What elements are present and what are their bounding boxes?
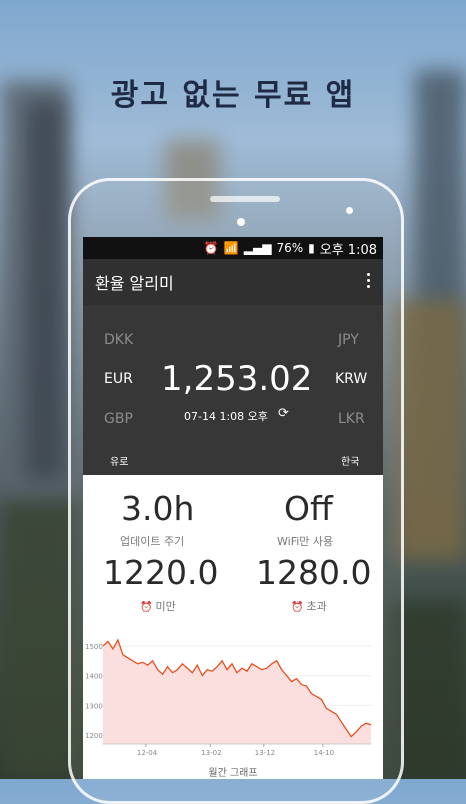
signal-icon: ▂▄▆	[243, 241, 272, 255]
app-bar: 환율 알리미	[83, 259, 383, 305]
phone-camera	[237, 218, 245, 226]
wifi-only-label: WiFi만 사용	[277, 535, 334, 548]
right-currency-selected[interactable]: KRW	[335, 371, 367, 387]
status-time: 오후 1:08	[319, 242, 377, 258]
lower-alert-label: 미만	[155, 600, 176, 613]
phone-speaker	[210, 196, 280, 202]
x-tick-label: 13-02	[201, 749, 221, 757]
wifi-icon: 📶	[223, 241, 239, 255]
update-interval-value[interactable]: 3.0h	[121, 489, 194, 528]
rate-timestamp: 07-14 1:08 오후	[184, 410, 268, 423]
right-currency-prev[interactable]: JPY	[338, 332, 359, 348]
upper-alert-label-wrap: ⏰ 초과	[291, 598, 327, 614]
y-tick-label: 1500	[85, 643, 103, 651]
y-tick-label: 1200	[85, 732, 103, 740]
battery-percent: 76%	[276, 241, 304, 255]
from-currency-name: 유로	[110, 457, 129, 468]
exchange-rate: 1,253.02	[161, 359, 313, 399]
to-currency-name: 한국	[341, 457, 360, 468]
left-currency-selected[interactable]: EUR	[104, 371, 133, 387]
battery-icon: ▮	[308, 241, 315, 255]
chart-svg: 1500 1400 1300 1200 12-04 13-02 13-12 14-10	[85, 638, 372, 757]
currency-converter: DKK EUR GBP JPY KRW LKR 1,253.02 07-14 1…	[83, 305, 383, 475]
refresh-icon[interactable]: ⟳	[278, 406, 289, 421]
status-bar: ⏰ 📶 ▂▄▆ 76% ▮ 오후 1:08	[83, 237, 383, 259]
x-tick-label: 13-12	[255, 749, 275, 757]
alarm-clock-icon: ⏰	[291, 602, 304, 613]
app-screen: ⏰ 📶 ▂▄▆ 76% ▮ 오후 1:08 환율 알리미 DKK EUR GBP…	[83, 237, 383, 779]
update-interval-label: 업데이트 주기	[120, 535, 185, 548]
area-fill	[103, 640, 371, 744]
lower-alert-value[interactable]: 1220.0	[103, 553, 218, 592]
wifi-only-value[interactable]: Off	[284, 489, 333, 528]
y-tick-label: 1400	[85, 673, 103, 681]
upper-alert-value[interactable]: 1280.0	[256, 553, 371, 592]
x-tick-label: 12-04	[137, 749, 158, 757]
alarm-clock-icon: ⏰	[140, 602, 153, 613]
app-title: 환율 알리미	[95, 274, 174, 293]
tagline: 광고 없는 무료 앱	[110, 78, 356, 113]
upper-alert-label: 초과	[306, 600, 327, 613]
phone-sensor	[346, 207, 353, 214]
left-currency-next[interactable]: GBP	[104, 411, 133, 427]
right-currency-next[interactable]: LKR	[338, 411, 365, 427]
lower-alert-label-wrap: ⏰ 미만	[140, 598, 176, 614]
overflow-menu-icon[interactable]	[367, 273, 371, 288]
alert-settings: 3.0h 업데이트 주기 Off WiFi만 사용 1220.0 ⏰ 미만 128…	[83, 475, 383, 645]
y-tick-label: 1300	[85, 702, 103, 710]
monthly-rate-chart[interactable]: 1500 1400 1300 1200 12-04 13-02 13-12 14-10 월간 …	[83, 629, 383, 779]
x-tick-label: 14-10	[314, 749, 334, 757]
left-currency-prev[interactable]: DKK	[104, 332, 133, 348]
chart-title: 월간 그래프	[208, 768, 258, 779]
alarm-icon: ⏰	[203, 241, 219, 255]
